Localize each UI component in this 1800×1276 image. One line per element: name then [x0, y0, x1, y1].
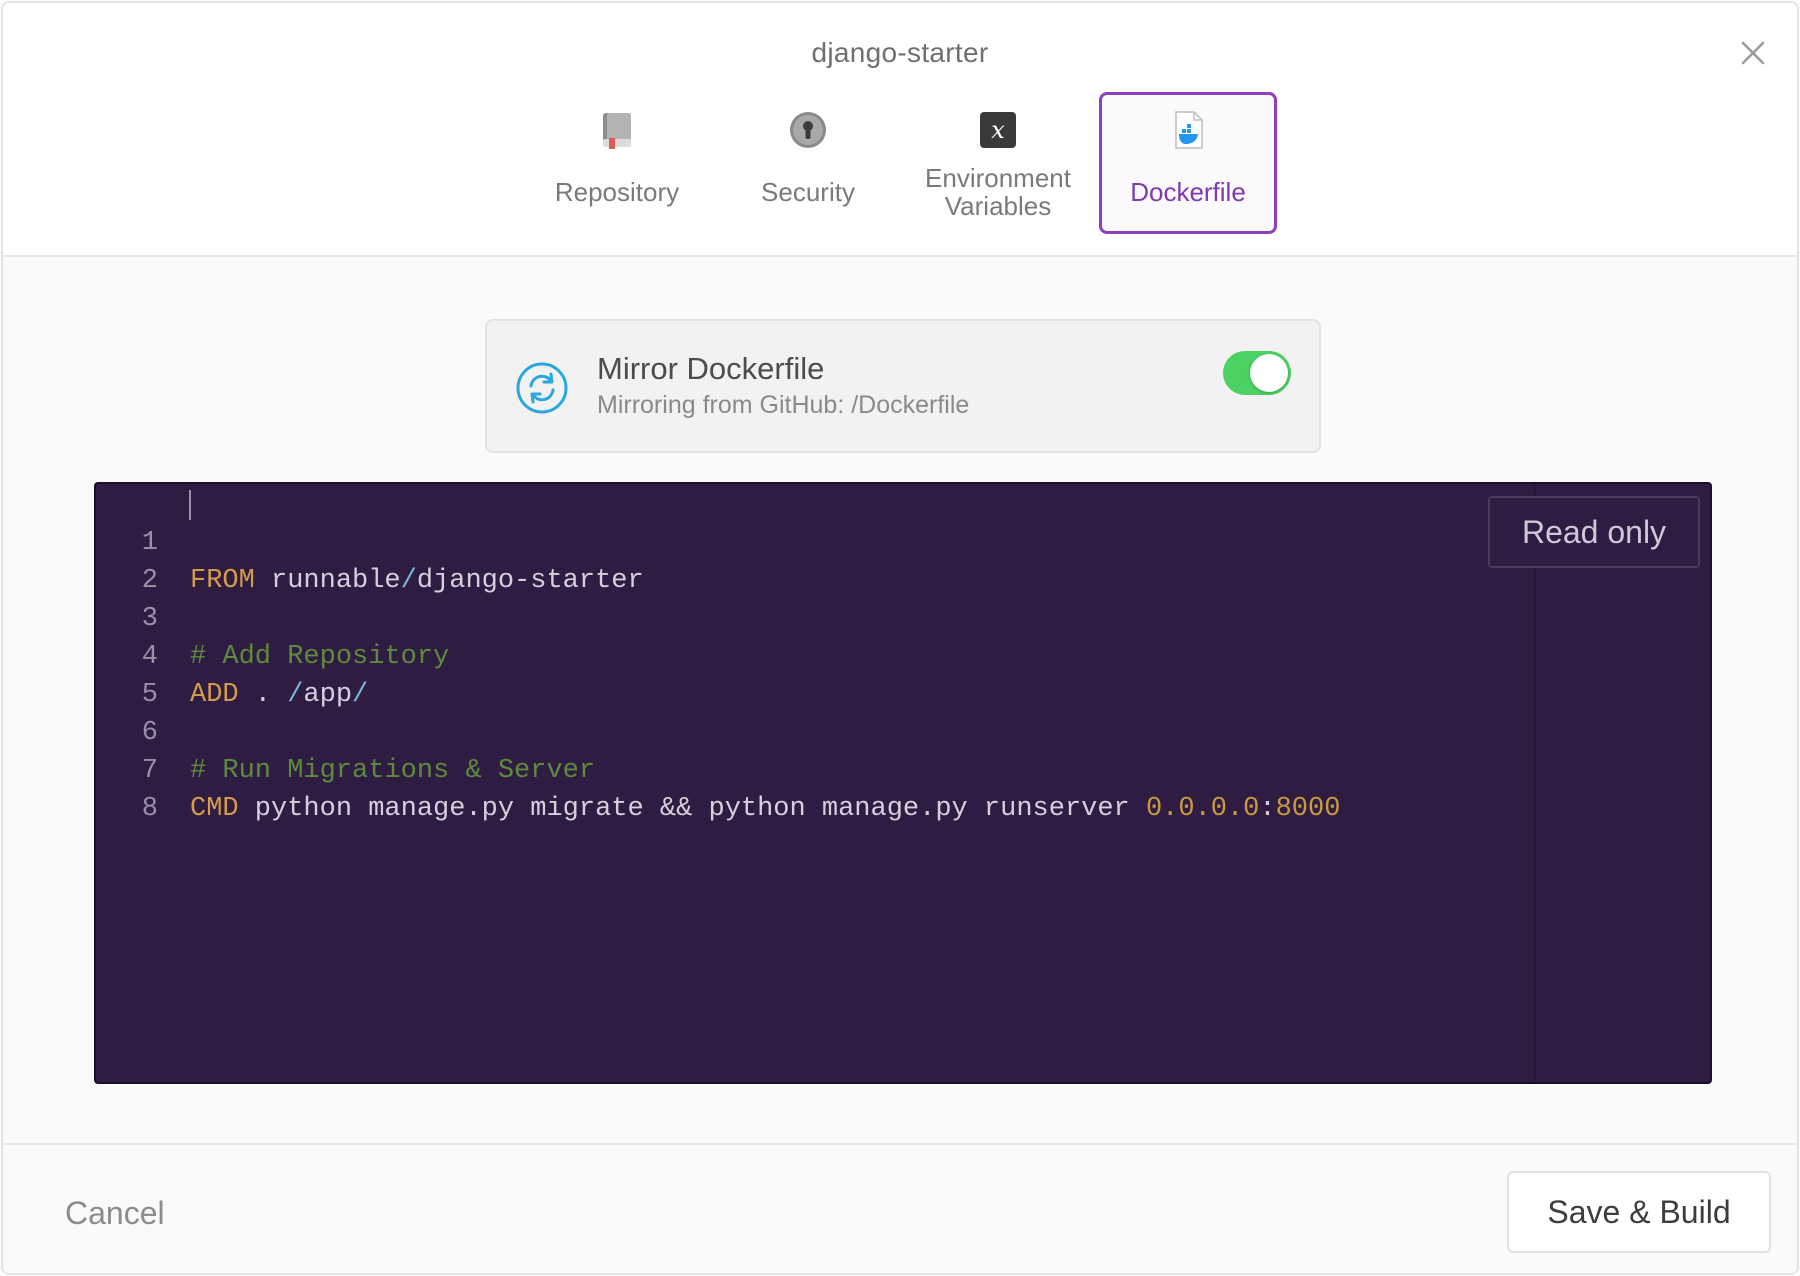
- sync-icon: [515, 361, 569, 415]
- book-icon: [597, 110, 637, 150]
- settings-modal: django-starter Repository Security x Env…: [1, 1, 1799, 1275]
- tab-label: Dockerfile: [1130, 177, 1246, 207]
- line-number: 8: [141, 794, 158, 824]
- code-line: 1 FROM runnable/django-starter: [96, 486, 1496, 596]
- tab-dockerfile[interactable]: Dockerfile: [1099, 92, 1277, 234]
- keyhole-icon: [788, 110, 828, 150]
- tab-environment-variables[interactable]: x Environment Variables: [909, 92, 1087, 234]
- tab-repository[interactable]: Repository: [528, 92, 706, 234]
- tab-label: Repository: [554, 177, 680, 207]
- variable-x-icon: x: [978, 110, 1018, 150]
- mirror-toggle[interactable]: [1223, 351, 1291, 395]
- code-line: 3 # Add Repository: [96, 562, 1496, 672]
- tab-label: Security: [761, 177, 855, 207]
- code-line: 2: [96, 524, 1496, 596]
- mirror-dockerfile-card: Mirror Dockerfile Mirroring from GitHub:…: [485, 319, 1321, 453]
- mirror-title: Mirror Dockerfile: [597, 351, 825, 386]
- code-line: 4 ADD . /app/: [96, 600, 1496, 710]
- dockerfile-editor[interactable]: 1 FROM runnable/django-starter 2 3 # Add…: [94, 482, 1712, 1084]
- modal-footer: Cancel Save & Build: [3, 1143, 1797, 1273]
- tab-label-line1: Environment: [925, 163, 1071, 193]
- tab-security[interactable]: Security: [719, 92, 897, 234]
- code-line: 7 CMD python manage.py migrate && python…: [96, 714, 1496, 824]
- read-only-badge: Read only: [1488, 496, 1700, 568]
- toggle-knob: [1250, 354, 1288, 392]
- dockerfile-icon: [1168, 110, 1208, 150]
- code-line: 5: [96, 638, 1496, 710]
- modal-title: django-starter: [811, 37, 989, 68]
- editor-margin-line: [1534, 484, 1535, 1082]
- line-text: CMD python manage.py migrate && python m…: [190, 794, 1341, 824]
- close-icon[interactable]: [1733, 33, 1773, 73]
- code-line: 6 # Run Migrations & Server: [96, 676, 1496, 786]
- modal-header: django-starter Repository Security x Env…: [3, 3, 1797, 257]
- mirror-subtitle: Mirroring from GitHub: /Dockerfile: [597, 391, 970, 419]
- save-and-build-button[interactable]: Save & Build: [1507, 1171, 1771, 1253]
- code-line: 8: [96, 752, 1496, 824]
- tab-label-line2: Variables: [944, 191, 1052, 221]
- svg-text:x: x: [991, 116, 1005, 144]
- cancel-button[interactable]: Cancel: [65, 1195, 165, 1232]
- text-cursor: [189, 490, 191, 520]
